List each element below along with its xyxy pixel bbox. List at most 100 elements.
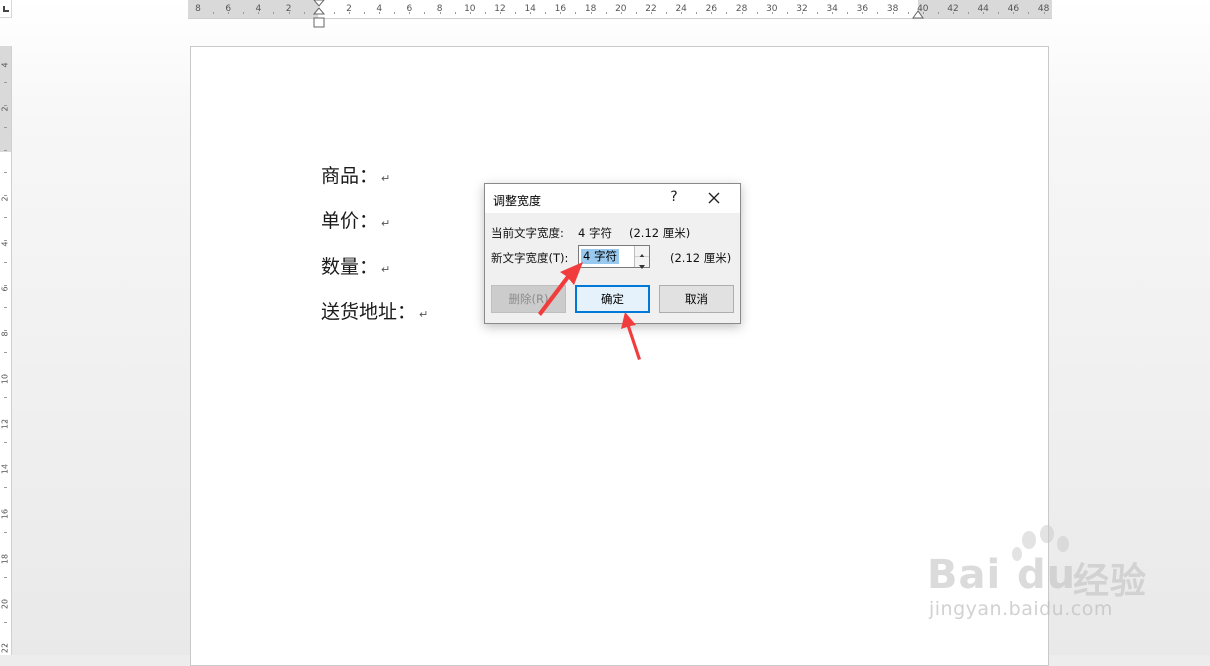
ruler-tick [243,12,245,14]
doc-line-quantity[interactable]: 数量： ↵ [321,252,390,279]
ruler-tick [983,12,985,14]
ruler-tick [364,12,365,14]
ruler-tick [469,12,471,14]
ruler-tick [515,12,516,14]
doc-line-address[interactable]: 送货地址： ↵ [321,297,428,324]
document-page[interactable]: 商品： ↵ 单价： ↵ 数量： ↵ 送货地址： ↵ [190,46,1049,666]
line-text: 单价： [321,210,379,232]
ruler-tick [379,12,381,14]
vertical-ruler-tick [4,284,7,286]
paragraph-mark: ↵ [381,263,391,276]
spin-up-button[interactable] [635,246,649,258]
ruler-tick [907,12,909,14]
ruler-tick [273,12,275,14]
ruler-tick [635,12,637,14]
ruler-tick [454,12,456,14]
ruler-tick [303,12,305,14]
tab-selector[interactable] [0,0,12,18]
ruler-tick [545,12,547,14]
right-indent-marker[interactable] [912,10,924,20]
current-width-cm: (2.12 厘米) [629,226,691,240]
vertical-ruler-tick [4,554,7,556]
ok-button[interactable]: 确定 [575,285,650,313]
vertical-ruler[interactable]: 4 2 2 4 6 8 10 12 14 16 18 20 22 [0,46,12,655]
vertical-ruler-tick [4,149,7,151]
vertical-ruler-tick [4,442,7,443]
ruler-tick [786,12,788,14]
ruler-tick [258,12,260,14]
ruler-tick [681,12,683,14]
ruler-tick [605,12,607,14]
ruler-tick [801,12,803,14]
ruler-tick [832,12,834,14]
paragraph-mark: ↵ [381,217,391,230]
ruler-tick [590,12,592,14]
doc-line-price[interactable]: 单价： ↵ [321,206,390,233]
left-indent-marker[interactable] [313,17,325,28]
ruler-tick [968,12,969,14]
ruler-tick [213,12,214,14]
dialog-title: 调整宽度 [493,194,542,208]
ruler-tick [892,12,894,14]
dialog-titlebar[interactable]: 调整宽度 ? [485,184,740,213]
paragraph-mark: ↵ [381,172,391,185]
adjust-width-dialog: 调整宽度 ? 当前文字宽度: 4 字符 (2.12 厘米) 新文字宽度(T): … [484,183,741,324]
ruler-tick [530,12,532,14]
new-width-input[interactable]: 4 字符 [581,249,619,264]
vertical-ruler-tick [4,82,7,83]
vertical-ruler-tick [4,464,7,466]
ruler-tick [771,12,773,14]
vertical-ruler-tick [4,194,7,196]
left-margin-area [188,0,318,18]
ruler-tick [484,12,486,14]
ruler-tick [817,12,818,14]
ruler-tick [847,12,849,14]
vertical-ruler-tick [4,172,7,173]
spin-down-button[interactable] [635,257,649,269]
vertical-ruler-tick [4,577,7,578]
ruler-tick [756,12,758,14]
close-icon[interactable] [706,190,722,206]
ruler-tick [333,12,335,14]
vertical-ruler-tick [4,532,7,533]
help-button[interactable]: ? [667,189,681,205]
ruler-tick [666,12,667,14]
ruler-tick [394,12,396,14]
vertical-ruler-tick [4,487,7,488]
vertical-ruler-tick [4,329,7,331]
ruler-tick [1043,12,1045,14]
current-width-label: 当前文字宽度: [491,226,564,240]
current-width-value: 4 字符 [578,226,612,240]
vertical-ruler-tick [4,352,7,353]
vertical-ruler-number: 4 [0,62,10,68]
spin-buttons [634,246,649,269]
ruler-tick [726,12,728,14]
ruler-tick [439,12,441,14]
line-text: 数量： [321,256,379,278]
cancel-button[interactable]: 取消 [659,285,734,313]
new-width-spinbox[interactable]: 4 字符 [578,245,650,269]
ruler-tick [877,12,879,14]
vertical-ruler-tick [4,644,7,646]
vertical-ruler-tick [4,374,7,376]
ruler-tick [998,12,1000,14]
ruler-tick [711,12,713,14]
paragraph-mark: ↵ [419,308,429,321]
vertical-ruler-tick [4,217,7,218]
vertical-ruler-tick [4,419,7,421]
chevron-down-icon [639,265,645,269]
left-tab-icon [3,6,9,12]
ruler-tick [952,12,954,14]
ruler-tick [424,12,426,14]
ruler-tick [650,12,652,14]
ruler-tick [1013,12,1015,14]
ruler-tick [937,12,939,14]
vertical-ruler-tick [4,262,7,263]
vertical-ruler-tick [4,127,7,128]
delete-button[interactable]: 删除(R) [491,285,566,313]
vertical-ruler-tick [4,307,7,308]
line-text: 送货地址： [321,301,417,323]
vertical-ruler-tick [4,239,7,241]
doc-line-product[interactable]: 商品： ↵ [321,161,390,188]
ruler-number: 8 [195,4,201,14]
